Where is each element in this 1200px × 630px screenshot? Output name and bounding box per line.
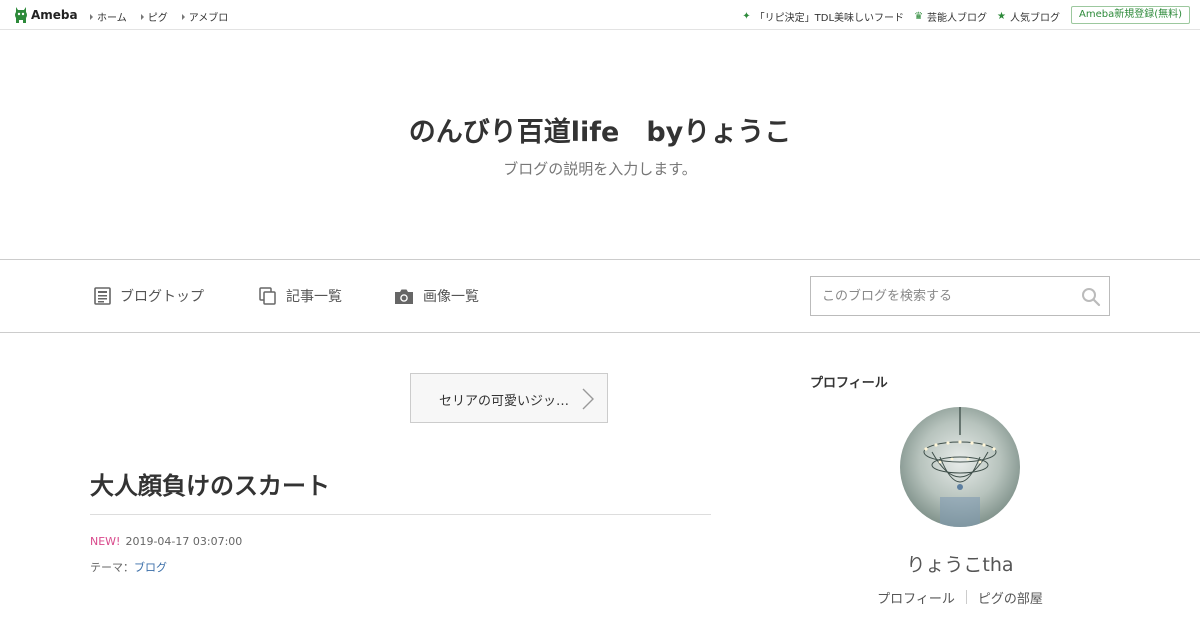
star-icon: ★ (997, 11, 1006, 22)
crown-icon: ♛ (914, 11, 924, 22)
blog-title[interactable]: のんびり百道life byりょうこ (0, 110, 1200, 149)
entry-list-link[interactable]: 記事一覧 (259, 286, 342, 306)
new-badge: NEW! (90, 535, 121, 548)
nav-ameblo-label: アメブロ (188, 13, 229, 24)
camera-icon (395, 289, 413, 304)
pigg-room-link[interactable]: ピグの部屋 (967, 588, 1054, 607)
popular-blog-label: 人気ブログ (1010, 13, 1060, 24)
avatar[interactable] (900, 407, 1020, 527)
entry-list-label: 記事一覧 (286, 289, 342, 305)
celebrity-blog-label: 芸能人ブログ (927, 13, 988, 24)
blog-search (810, 276, 1110, 316)
prev-entry-button[interactable]: セリアの可愛いジッ… (410, 373, 608, 423)
featured-nav: ✦ 「リピ決定」TDL美味しいフード ♛ 芸能人ブログ ★ 人気ブログ (742, 9, 1060, 24)
nav-home-label: ホーム (97, 13, 127, 24)
featured-food-link[interactable]: ✦ 「リピ決定」TDL美味しいフード (742, 9, 904, 24)
popular-blog-link[interactable]: ★ 人気ブログ (997, 9, 1060, 24)
image-list-link[interactable]: 画像一覧 (394, 286, 479, 306)
blog-top-label: ブログトップ (120, 289, 204, 305)
entry-date: 2019-04-17 03:07:00 (125, 535, 243, 548)
entry-title[interactable]: 大人顔負けのスカート (90, 466, 330, 501)
sparkle-icon: ✦ (742, 11, 751, 22)
blog-header: のんびり百道life byりょうこ ブログの説明を入力します。 (0, 30, 1200, 260)
search-button[interactable] (1081, 287, 1101, 307)
prev-entry-label: セリアの可愛いジッ… (439, 394, 570, 409)
entry-meta: NEW! 2019-04-17 03:07:00 (90, 535, 242, 548)
blog-description: ブログの説明を入力します。 (503, 160, 697, 178)
ameba-mascot-icon (15, 7, 27, 23)
theme-label: テーマ： (90, 561, 134, 574)
ameba-logo[interactable]: Ameba (14, 6, 78, 24)
blog-search-input[interactable] (811, 277, 1071, 315)
image-list-label: 画像一覧 (423, 289, 479, 305)
search-icon (1082, 288, 1101, 307)
logo-text: Ameba (31, 8, 78, 22)
entry-theme: テーマ：ブログ (90, 559, 167, 575)
blog-top-link[interactable]: ブログトップ (94, 286, 204, 306)
profile-heading: プロフィール (810, 376, 888, 391)
nav-pigg-label: ピグ (147, 13, 168, 24)
profile-links: プロフィール ピグの部屋 (810, 588, 1110, 607)
profile-name[interactable]: りょうこtha (810, 550, 1110, 577)
triangle-right-icon (181, 13, 185, 20)
featured-food-label: 「リピ決定」TDL美味しいフード (754, 13, 905, 24)
blog-nav: ブログトップ 記事一覧 画像一覧 (0, 260, 1200, 333)
global-nav: ホーム ピグ アメブロ (90, 9, 228, 24)
entry-divider (90, 514, 711, 515)
nav-ameblo-link[interactable]: アメブロ (181, 9, 229, 24)
document-icon (94, 287, 111, 305)
register-button[interactable]: Ameba新規登録(無料) (1070, 6, 1190, 24)
nav-pigg-link[interactable]: ピグ (140, 9, 168, 24)
chandelier-icon (923, 407, 997, 527)
profile-link[interactable]: プロフィール (866, 588, 966, 607)
global-header: Ameba ホーム ピグ アメブロ ✦ 「リピ決定」TDL美味しいフード ♛ 芸能人… (0, 0, 1200, 30)
triangle-right-icon (140, 13, 144, 20)
celebrity-blog-link[interactable]: ♛ 芸能人ブログ (914, 9, 987, 24)
chevron-right-icon (582, 388, 594, 410)
nav-home-link[interactable]: ホーム (90, 9, 127, 24)
copy-icon (259, 287, 276, 305)
triangle-right-icon (90, 13, 93, 20)
theme-link[interactable]: ブログ (134, 561, 167, 574)
